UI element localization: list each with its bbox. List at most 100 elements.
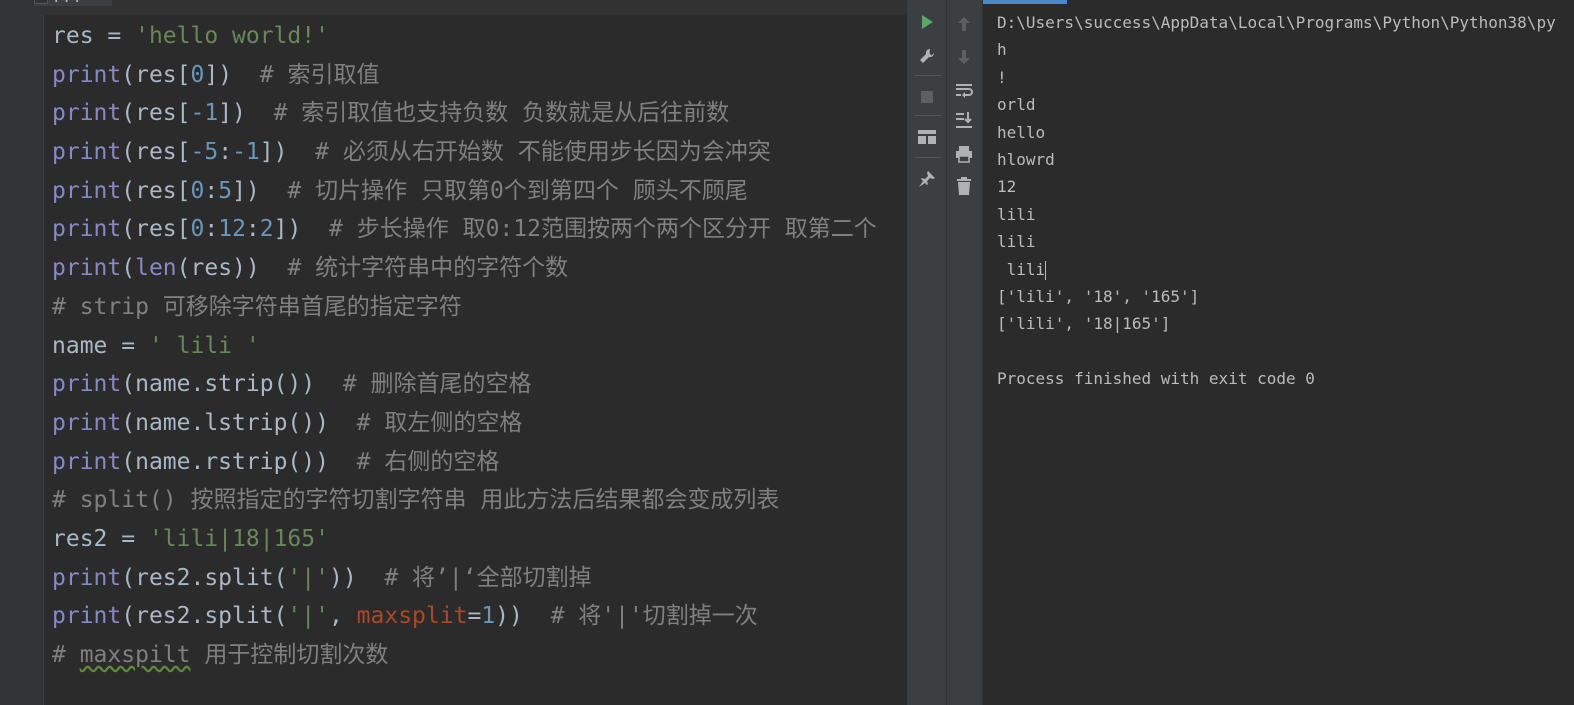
code-token: print	[52, 255, 122, 282]
code-line[interactable]: print(res2.split('|')) # 将’|‘全部切割掉	[52, 559, 877, 598]
editor-top-strip	[43, 0, 907, 15]
code-line[interactable]: # split() 按照指定的字符切割字符串 用此方法后结果都会变成列表	[52, 481, 877, 520]
code-token: (res[	[121, 139, 191, 166]
run-toolbar-secondary	[947, 0, 983, 705]
code-token: res2 =	[52, 525, 149, 552]
code-token: (res2.split(	[121, 564, 288, 591]
code-line[interactable]: print(res[-1]) # 索引取值也支持负数 负数就是从后往前数	[52, 94, 877, 133]
code-token: '|'	[287, 564, 329, 591]
fold-text: ...	[52, 0, 83, 6]
code-lines: res = 'hello world!' print(res[0]) # 索引取值…	[52, 17, 877, 675]
console-line: hello	[997, 119, 1556, 146]
console-line: lili	[997, 201, 1556, 228]
code-line[interactable]: print(name.strip()) # 删除首尾的空格	[52, 365, 877, 404]
code-token: res =	[52, 23, 136, 49]
code-token: print	[52, 139, 122, 166]
code-token: :	[218, 139, 233, 166]
code-token: # 将’|‘全部切割掉	[384, 564, 592, 591]
code-line[interactable]: print(res[0]) # 索引取值	[52, 56, 877, 95]
code-line[interactable]: print(res[0:5]) # 切片操作 只取第0个到第四个 顾头不顾尾	[52, 172, 877, 211]
code-token: # 右侧的空格	[356, 448, 500, 475]
console-line: lili	[997, 256, 1556, 283]
code-token: 1	[481, 603, 496, 630]
code-token: (res[	[121, 216, 191, 243]
code-token: # split() 按照指定的字符切割字符串 用此方法后结果都会变成列表	[52, 487, 780, 514]
console-line: h	[997, 36, 1556, 63]
code-line[interactable]: print(res2.split('|', maxsplit=1)) # 将'|…	[52, 597, 877, 636]
code-editor[interactable]: ... res = 'hello world!'print(res[0]) # …	[0, 0, 907, 705]
trash-icon[interactable]	[951, 173, 977, 199]
code-line[interactable]: # maxspilt 用于控制切割次数	[52, 636, 877, 675]
console-line-text: 12	[997, 177, 1017, 197]
code-token: ])	[204, 61, 260, 88]
console-line-text: hlowrd	[997, 149, 1055, 169]
code-token: # 将'|'切割掉一次	[550, 603, 758, 630]
code-token: (name.lstrip())	[121, 409, 357, 436]
code-line[interactable]: name = ' lili '	[52, 327, 877, 366]
code-token: :	[204, 216, 219, 243]
stop-icon[interactable]	[914, 84, 940, 110]
code-line[interactable]: print(name.rstrip()) # 右侧的空格	[52, 443, 877, 482]
console-line: orld	[997, 91, 1556, 118]
arrow-up-icon[interactable]	[951, 11, 977, 37]
code-line[interactable]: res = 'hello world!'	[52, 17, 877, 56]
code-token: (	[121, 255, 136, 282]
console-line-text: lili	[997, 204, 1036, 224]
console-line: ['lili', '18', '165']	[997, 283, 1556, 310]
folded-code-marker[interactable]: ...	[34, 0, 112, 6]
text-caret	[1045, 260, 1047, 280]
run-icon[interactable]	[914, 9, 940, 35]
wrench-icon[interactable]	[914, 43, 940, 69]
code-line[interactable]: print(len(res)) # 统计字符串中的字符个数	[52, 249, 877, 288]
code-token: -1	[190, 100, 219, 127]
code-token: print	[52, 448, 122, 475]
code-line[interactable]: res2 = 'lili|18|165'	[52, 520, 877, 559]
code-token: :	[204, 177, 219, 204]
console-line-text: ['lili', '18|165']	[997, 314, 1171, 334]
code-line[interactable]: print(res[0:12:2]) # 步长操作 取0:12范围按两个两个区分…	[52, 210, 877, 249]
code-token: :	[245, 216, 260, 243]
console-line-text: Process finished with exit code 0	[997, 369, 1315, 389]
code-token: (name.rstrip())	[121, 448, 357, 475]
console-line-text: D:\Users\success\AppData\Local\Programs\…	[997, 13, 1556, 32]
code-token: ))	[328, 564, 385, 591]
console-line-text: lili	[997, 232, 1036, 252]
layout-icon[interactable]	[914, 124, 940, 150]
code-token: #	[52, 642, 80, 668]
code-token: print	[52, 177, 122, 204]
console-line-text: hello	[997, 122, 1046, 142]
arrow-down-icon[interactable]	[951, 44, 977, 70]
console-line: D:\Users\success\AppData\Local\Programs\…	[997, 9, 1556, 36]
code-token: (res))	[176, 255, 288, 282]
code-token: 用于控制切割次数	[190, 642, 389, 668]
console-line-text: ['lili', '18', '165']	[997, 286, 1200, 306]
code-token: # 索引取值	[259, 61, 380, 88]
code-token: name =	[52, 332, 149, 359]
code-token: -1	[232, 139, 260, 166]
code-token: # 索引取值也支持负数 负数就是从后往前数	[273, 100, 730, 127]
code-token: # strip 可移除字符串首尾的指定字符	[52, 293, 462, 320]
code-token: print	[52, 216, 122, 243]
code-token: print	[52, 603, 122, 630]
run-console[interactable]: D:\Users\success\AppData\Local\Programs\…	[983, 4, 1574, 705]
code-line[interactable]: print(name.lstrip()) # 取左侧的空格	[52, 404, 877, 443]
code-token: # 统计字符串中的字符个数	[287, 255, 569, 282]
code-token: 'lili|18|165'	[148, 525, 329, 552]
code-token: '|'	[287, 603, 329, 630]
code-token: (name.strip())	[121, 371, 343, 398]
code-token: # 必须从右开始数 不能使用步长因为会冲突	[315, 139, 771, 166]
console-line-text: orld	[997, 95, 1036, 115]
code-token: ))	[495, 603, 551, 630]
console-line: Process finished with exit code 0	[997, 365, 1556, 392]
code-line[interactable]: print(res[-5:-1]) # 必须从右开始数 不能使用步长因为会冲突	[52, 133, 877, 172]
fold-box	[34, 0, 48, 4]
print-icon[interactable]	[951, 141, 977, 167]
scroll-to-end-icon[interactable]	[951, 107, 977, 133]
code-line[interactable]: # strip 可移除字符串首尾的指定字符	[52, 288, 877, 327]
pin-icon[interactable]	[914, 166, 940, 192]
code-token: len	[135, 255, 177, 282]
code-token: ,	[328, 603, 357, 630]
soft-wrap-icon[interactable]	[951, 77, 977, 103]
code-token: # 切片操作 只取第0个到第四个 顾头不顾尾	[287, 177, 748, 204]
code-token: 0	[190, 61, 205, 88]
